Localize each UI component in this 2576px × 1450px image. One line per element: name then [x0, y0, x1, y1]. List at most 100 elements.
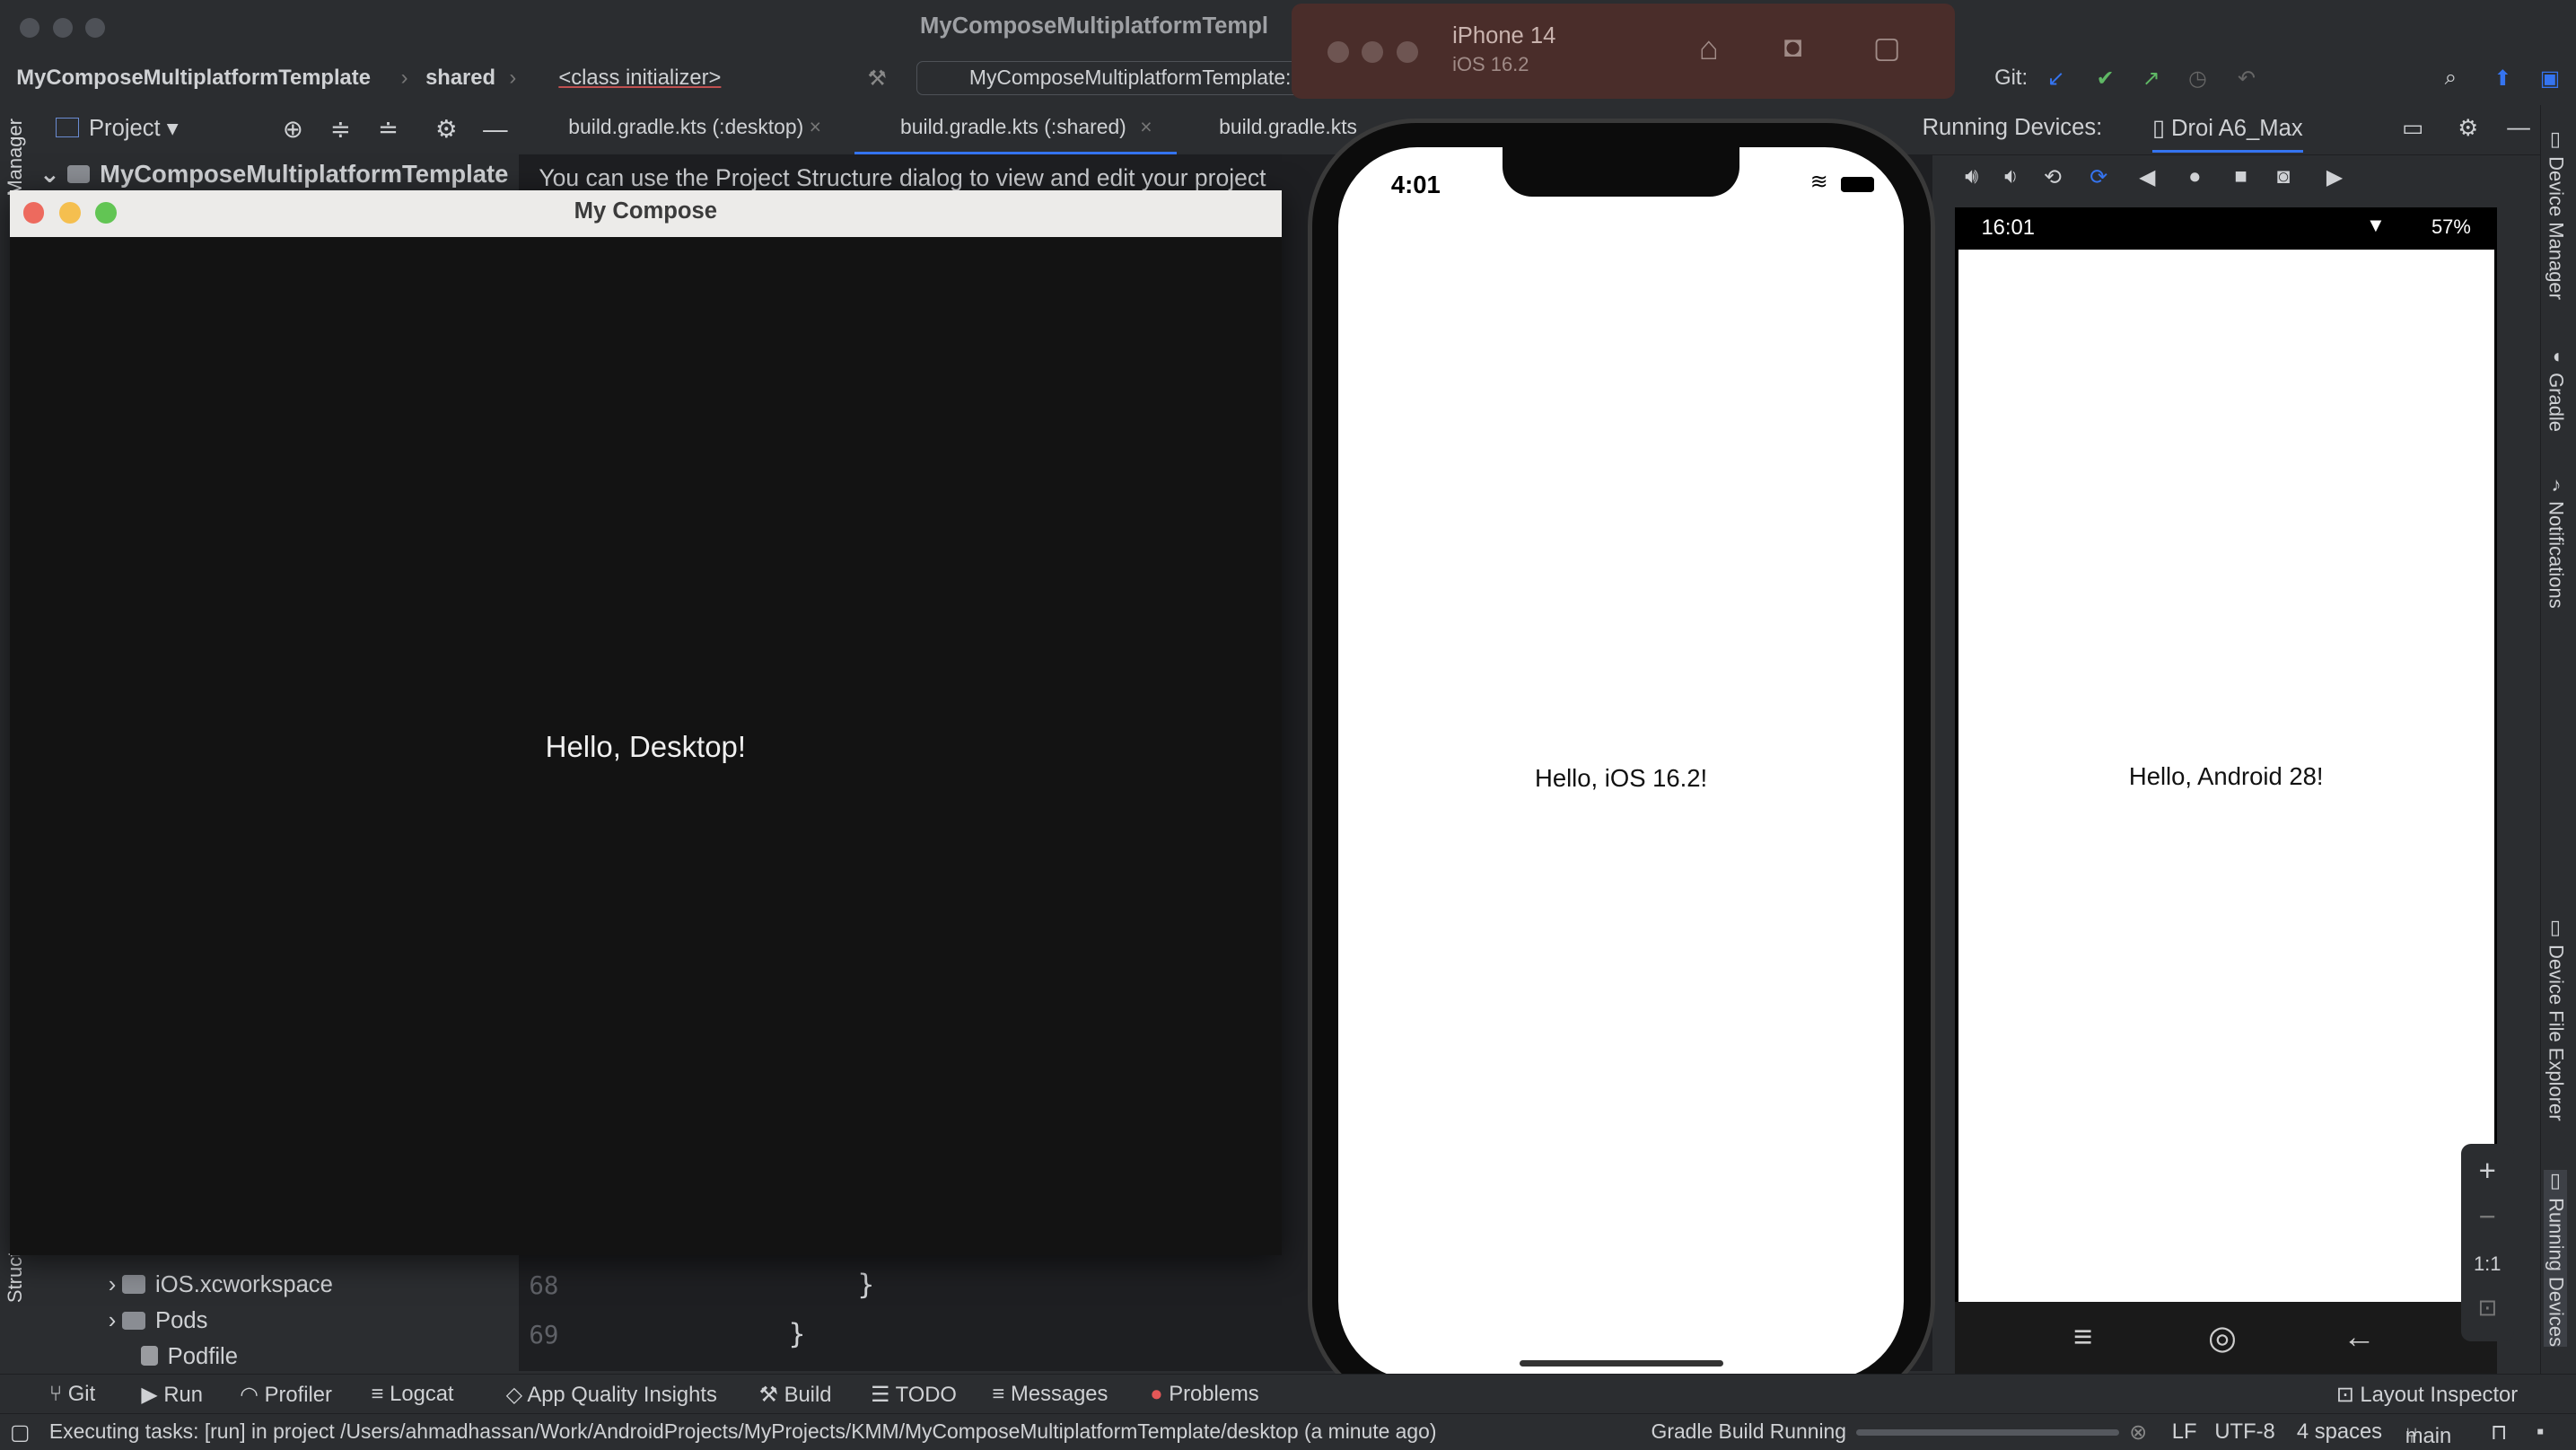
tab-build-gradle-shared[interactable]: build.gradle.kts (:shared) ×	[854, 105, 1177, 155]
back-icon[interactable]: ◀	[2139, 164, 2155, 190]
device-manager-tab[interactable]: ▯ Device Manager	[2544, 128, 2567, 300]
close-tab-icon[interactable]: ×	[1140, 115, 1152, 139]
problems-tool[interactable]: ● Problems	[1150, 1382, 1258, 1407]
indent-setting[interactable]: 4 spaces	[2297, 1419, 2382, 1445]
close-tab-icon[interactable]: ×	[810, 115, 821, 138]
build-status: Gradle Build Running	[1651, 1419, 1846, 1443]
git-update-icon[interactable]: ↙	[2047, 66, 2065, 92]
device-file-explorer-tab[interactable]: ▯ Device File Explorer	[2544, 917, 2567, 1121]
locate-icon[interactable]: ⊕	[283, 115, 303, 144]
gradle-tab[interactable]: ◖ Gradle	[2544, 345, 2567, 432]
list-icon: ☰	[871, 1382, 896, 1407]
tab-build-gradle[interactable]: build.gradle.kts	[1187, 115, 1357, 139]
git-push-icon[interactable]: ↗	[2142, 66, 2160, 92]
breadcrumb-symbol[interactable]: <class initializer>	[558, 66, 721, 91]
logcat-tool[interactable]: ≡ Logcat	[372, 1382, 454, 1407]
rotate-left-icon[interactable]: ⟲	[2044, 164, 2062, 190]
zoom-window-button[interactable]	[1396, 40, 1418, 63]
minimize-window-button[interactable]	[1362, 40, 1384, 63]
git-label: Git:	[1994, 66, 2028, 91]
zoom-window-button[interactable]	[85, 18, 106, 39]
ios-screen[interactable]: 4:01 ≋ Hello, iOS 16.2!	[1338, 147, 1904, 1381]
home-icon[interactable]: ◎	[2208, 1318, 2237, 1357]
minimize-window-button[interactable]	[52, 18, 73, 39]
rotate-icon[interactable]: ▢	[1873, 30, 1901, 65]
run-tool[interactable]: ▶ Run	[141, 1382, 203, 1408]
breadcrumb-project[interactable]: MyComposeMultiplatformTemplate	[16, 66, 371, 91]
logcat-tool-label: Logcat	[390, 1381, 454, 1406]
account-icon[interactable]: ▣	[2540, 66, 2560, 92]
hammer-icon: ⚒	[758, 1382, 784, 1407]
resource-manager-tab[interactable]: Manager	[4, 119, 27, 197]
home-indicator[interactable]	[1519, 1360, 1723, 1367]
todo-tool[interactable]: ☰ TODO	[871, 1382, 957, 1408]
cancel-build-icon[interactable]: ⊗	[2129, 1419, 2147, 1446]
overview-icon[interactable]: ■	[2234, 164, 2247, 189]
gauge-icon: ◠	[240, 1382, 265, 1407]
menu-icon[interactable]: ≡	[2073, 1318, 2092, 1356]
rotate-right-icon[interactable]: ⟳	[2090, 164, 2107, 190]
git-tool[interactable]: ⑂ Git	[49, 1382, 95, 1407]
zoom-actual-size-button[interactable]: 1:1	[2461, 1252, 2514, 1276]
folder-icon	[122, 1275, 146, 1294]
update-icon[interactable]: ⬆	[2494, 66, 2512, 92]
home-icon[interactable]: ⌂	[1699, 30, 1719, 67]
window-icon[interactable]: ▭	[2402, 115, 2423, 142]
messages-tool[interactable]: ≡ Messages	[993, 1382, 1108, 1407]
volume-down-icon[interactable]: 🔉︎	[2004, 164, 2018, 189]
device-name: Droi A6_Max	[2171, 116, 2303, 142]
play-icon: ▶	[141, 1382, 164, 1407]
bottom-tool-bar: ⑂ Git ▶ Run ◠ Profiler ≡ Logcat ◇ App Qu…	[0, 1374, 2576, 1415]
hide-panel-icon[interactable]: —	[2507, 115, 2530, 141]
hammer-icon[interactable]: ⚒	[867, 66, 886, 92]
collapse-all-icon[interactable]: ≐	[378, 115, 399, 144]
file-encoding[interactable]: UTF-8	[2214, 1419, 2274, 1445]
code-line: }	[788, 1317, 806, 1350]
right-tool-stripe: ▯ Device Manager ◖ Gradle ♪ Notification…	[2539, 105, 2576, 1375]
hide-panel-icon[interactable]: —	[483, 115, 507, 144]
volume-up-icon[interactable]: 🔊︎	[1965, 164, 1978, 189]
build-tool-label: Build	[784, 1382, 832, 1407]
project-view-selector[interactable]: Project ▾	[56, 115, 179, 142]
camera-icon[interactable]: ◙	[2277, 164, 2290, 189]
tree-item[interactable]: › iOS.xcworkspace	[109, 1272, 333, 1298]
device-tab[interactable]: ▯ Droi A6_Max	[2151, 115, 2303, 154]
tree-item[interactable]: Podfile	[141, 1344, 238, 1370]
android-greeting: Hello, Android 28!	[2128, 762, 2324, 791]
navigation-bar: MyComposeMultiplatformTemplate › shared …	[0, 56, 2576, 102]
notifications-tab[interactable]: ♪ Notifications	[2544, 473, 2567, 609]
android-nav-bar: ≡ ◎ ←	[1955, 1301, 2498, 1375]
tree-root[interactable]: ⌄ MyComposeMultiplatformTemplate	[39, 160, 509, 189]
gear-icon[interactable]: ⚙	[2458, 115, 2478, 142]
record-icon[interactable]: ▶	[2326, 164, 2343, 190]
build-tool[interactable]: ⚒ Build	[759, 1382, 832, 1408]
home-icon[interactable]: ●	[2188, 164, 2201, 189]
panel-toggle-icon[interactable]: ▢	[10, 1419, 30, 1446]
app-quality-insights-tool[interactable]: ◇ App Quality Insights	[506, 1382, 717, 1408]
line-separator[interactable]: LF	[2172, 1419, 2197, 1445]
tree-item[interactable]: › Pods	[109, 1308, 208, 1334]
close-window-button[interactable]	[19, 18, 39, 39]
running-devices-tab[interactable]: ▯ Running Devices	[2544, 1170, 2568, 1348]
lock-icon[interactable]: ⊓	[2491, 1419, 2508, 1446]
folder-icon	[66, 165, 91, 184]
zoom-fit-icon[interactable]: ⊡	[2461, 1295, 2514, 1322]
layout-inspector-tool[interactable]: ⊡ Layout Inspector	[2336, 1382, 2518, 1408]
back-arrow-icon[interactable]: ←	[2343, 1318, 2376, 1356]
search-icon[interactable]: ⌕	[2445, 66, 2457, 91]
close-window-button[interactable]	[1327, 40, 1349, 63]
screenshot-icon[interactable]: ◘	[1784, 30, 1802, 64]
rollback-icon[interactable]: ↶	[2238, 66, 2256, 92]
breadcrumb-module[interactable]: shared	[425, 66, 495, 91]
history-icon[interactable]: ◷	[2188, 66, 2207, 92]
running-devices-label: Running Devices:	[1922, 115, 2103, 141]
zoom-in-icon[interactable]: +	[2461, 1154, 2514, 1188]
gear-icon[interactable]: ⚙	[435, 115, 458, 144]
zoom-out-icon[interactable]: −	[2461, 1200, 2514, 1234]
git-commit-icon[interactable]: ✔	[2097, 66, 2115, 92]
expand-all-icon[interactable]: ≑	[330, 115, 351, 144]
android-screen[interactable]: Hello, Android 28!	[1958, 250, 2494, 1302]
profiler-tool[interactable]: ◠ Profiler	[240, 1382, 332, 1408]
notification-icon[interactable]: ▪	[2537, 1419, 2544, 1445]
tab-build-gradle-desktop[interactable]: build.gradle.kts (:desktop) ×	[536, 115, 821, 139]
